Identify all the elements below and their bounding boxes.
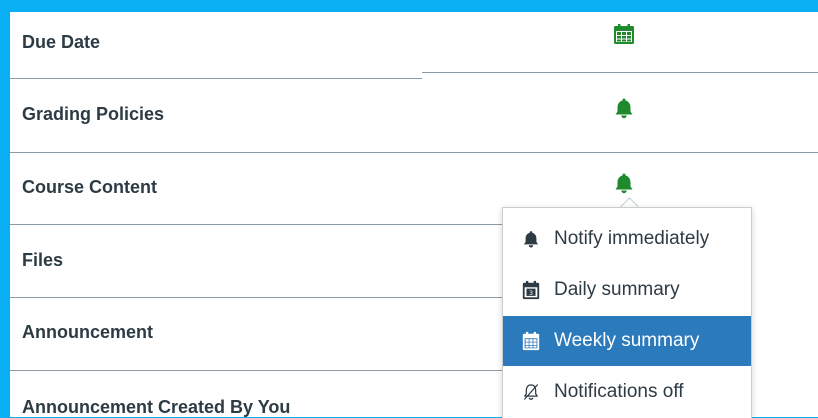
category-label: Due Date [22,32,101,52]
category-label: Course Content [22,177,157,197]
notification-frequency-menu: Notify immediately 3 Daily summary Weekl… [502,207,752,418]
menu-item-daily-summary[interactable]: 3 Daily summary [503,265,751,315]
menu-item-label: Weekly summary [554,330,700,351]
category-label: Announcement [22,322,154,342]
row-due-date: Due Date [10,12,818,80]
bell-icon [520,228,542,250]
bell-icon [615,98,633,119]
frequency-button-grading-policies[interactable] [610,94,638,122]
row-divider [422,72,818,73]
category-label: Grading Policies [22,104,165,124]
bell-icon [615,173,633,194]
notification-preferences-panel: Due Date Grading Policies Course Content… [10,12,818,418]
menu-item-label: Daily summary [554,279,680,300]
category-label: Announcement Created By You [22,397,291,417]
calendar-week-icon [614,24,634,44]
calendar-day-icon: 3 [520,279,542,301]
bell-off-icon [520,381,542,403]
row-grading-policies: Grading Policies [10,80,818,152]
menu-item-notifications-off[interactable]: Notifications off [503,367,751,417]
frequency-button-due-date[interactable] [610,20,638,48]
menu-item-weekly-summary[interactable]: Weekly summary [503,316,751,366]
calendar-week-icon [520,330,542,352]
row-divider [10,78,422,79]
menu-item-notify-immediately[interactable]: Notify immediately [503,214,751,264]
menu-item-label: Notifications off [554,381,684,402]
frequency-button-course-content[interactable] [610,169,638,197]
menu-item-label: Notify immediately [554,228,710,249]
category-label: Files [22,250,64,270]
svg-text:3: 3 [529,290,533,297]
